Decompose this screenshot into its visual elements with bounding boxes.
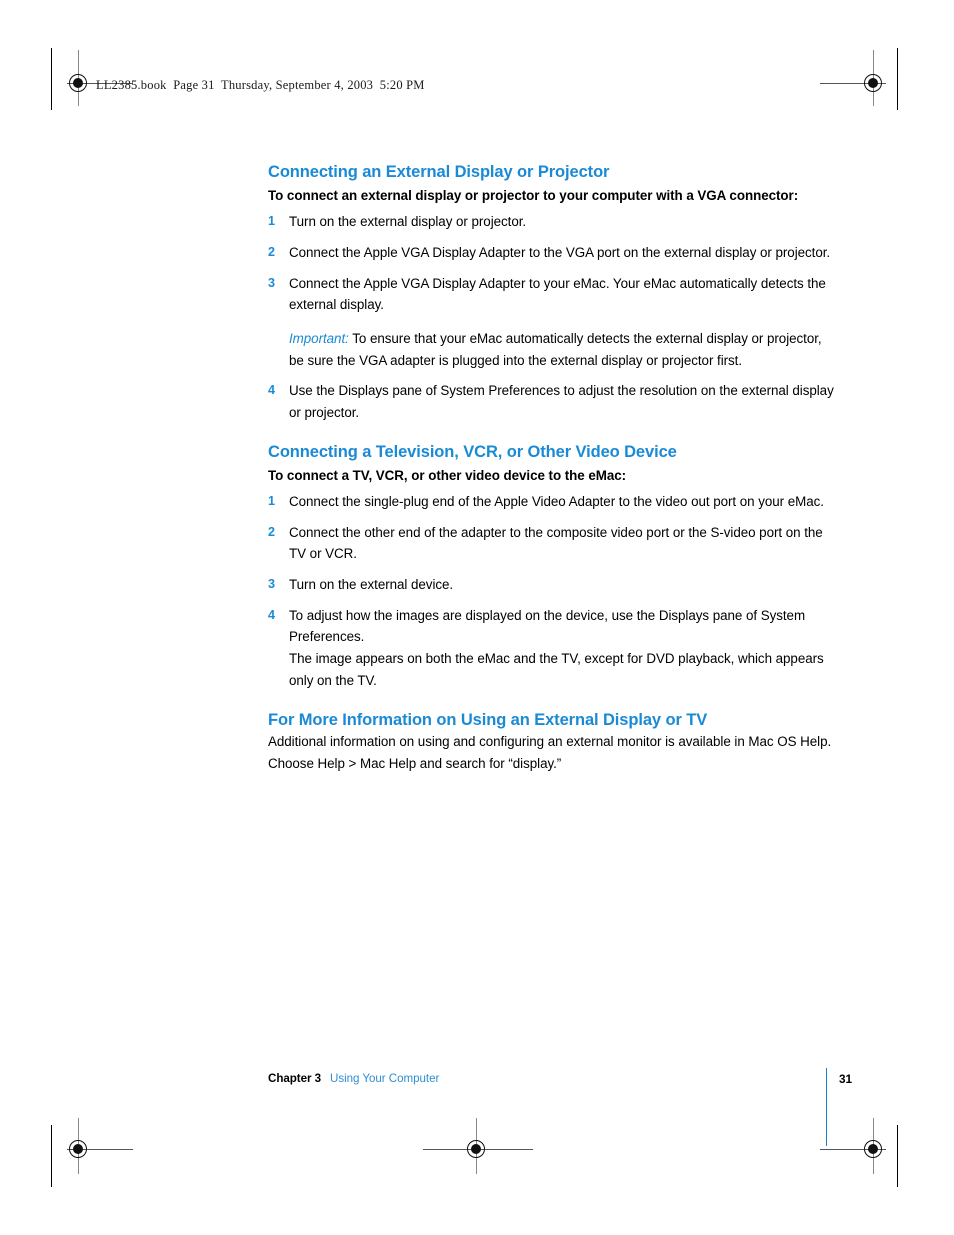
steps-list-television-vcr: 1 Connect the single-plug end of the App… [268,491,838,692]
step-number: 3 [268,275,275,290]
page-content: Connecting an External Display or Projec… [268,162,838,774]
important-note-label: Important: [289,330,349,346]
list-item: 2 Connect the Apple VGA Display Adapter … [268,242,838,264]
step-number: 2 [268,524,275,539]
step-number: 2 [268,244,275,259]
trim-line-bottom-left [51,1125,53,1187]
trim-line-bottom-right [897,1125,899,1187]
trim-line-top-left [51,48,53,110]
steps-list-external-display: 1 Turn on the external display or projec… [268,211,838,424]
list-item: 3 Connect the Apple VGA Display Adapter … [268,273,838,372]
section-lead-external-display: To connect an external display or projec… [268,188,799,204]
registration-mark-bottom-right [820,1118,896,1174]
list-item: 4 To adjust how the images are displayed… [268,605,838,692]
registration-mark-dot [471,1144,481,1154]
registration-mark-top-right [820,50,896,106]
list-item: 2 Connect the other end of the adapter t… [268,522,838,565]
registration-mark-dot [73,78,83,88]
list-item: 3 Turn on the external device. [268,574,838,596]
footer-chapter-label: Chapter 3 [268,1072,322,1085]
closing-paragraph-television-vcr: The image appears on both the eMac and t… [289,651,824,688]
registration-mark-dot [868,1144,878,1154]
step-text: Connect the other end of the adapter to … [289,524,823,562]
step-text: To adjust how the images are displayed o… [289,607,806,645]
section-heading-more-information: For More Information on Using an Externa… [268,710,708,729]
registration-mark-dot [868,78,878,88]
list-item: 4 Use the Displays pane of System Prefer… [268,380,838,423]
step-number: 1 [268,493,275,508]
section-body-more-information: Additional information on using and conf… [268,733,832,771]
list-item: 1 Turn on the external display or projec… [268,211,838,233]
step-number: 1 [268,214,275,229]
section-lead-television-vcr: To connect a TV, VCR, or other video dev… [268,468,627,484]
trim-line-top-right [897,48,899,110]
page-footer: Chapter 3 Using Your Computer [268,1072,439,1085]
step-text: Connect the Apple VGA Display Adapter to… [289,244,831,260]
step-text: Connect the single-plug end of the Apple… [289,493,824,509]
section-heading-external-display: Connecting an External Display or Projec… [268,163,610,181]
registration-mark-bottom-left [57,1118,133,1174]
important-note: Important: To ensure that your eMac auto… [289,328,838,371]
step-number: 3 [268,577,275,592]
footer-chapter-title: Using Your Computer [330,1072,440,1085]
footer-divider-rule [826,1068,828,1146]
step-text: Turn on the external display or projecto… [289,214,527,230]
registration-mark-dot [73,1144,83,1154]
registration-mark-top-left [57,50,133,106]
step-number: 4 [268,607,275,622]
file-header-stamp: LL2385.book Page 31 Thursday, September … [96,78,425,92]
important-note-text: To ensure that your eMac automatically d… [289,330,822,368]
step-text: Use the Displays pane of System Preferen… [289,383,834,421]
list-item: 1 Connect the single-plug end of the App… [268,491,838,513]
section-heading-television-vcr: Connecting a Television, VCR, or Other V… [268,442,677,461]
document-page: LL2385.book Page 31 Thursday, September … [0,0,954,1235]
step-number: 4 [268,383,275,398]
step-text: Connect the Apple VGA Display Adapter to… [289,275,826,313]
registration-mark-bottom-center [423,1118,533,1174]
step-text: Turn on the external device. [289,577,454,593]
page-number: 31 [839,1072,853,1086]
